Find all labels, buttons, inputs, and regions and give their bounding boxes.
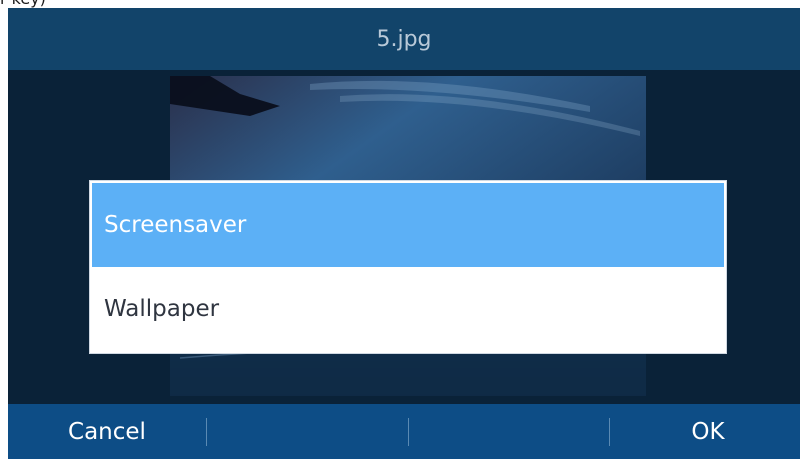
softkey-2[interactable] [206,404,404,459]
set-as-dialog: Screensaver Wallpaper [90,181,726,353]
option-wallpaper-label: Wallpaper [104,296,220,322]
ok-softkey[interactable]: OK [609,404,800,459]
ok-softkey-label: OK [691,418,725,445]
softkey-3[interactable] [408,404,606,459]
cancel-softkey-label: Cancel [68,418,146,445]
content-area: Screensaver Wallpaper [8,70,800,404]
phone-screen: 5.jpg Screensaver Wallpaper Cancel OK [8,8,800,459]
option-screensaver[interactable]: Screensaver [92,183,724,267]
option-screensaver-label: Screensaver [104,212,247,238]
title-bar: 5.jpg [8,8,800,70]
page-title: 5.jpg [376,26,432,52]
softkey-bar: Cancel OK [8,404,800,459]
cancel-softkey[interactable]: Cancel [8,404,206,459]
option-wallpaper[interactable]: Wallpaper [92,267,724,351]
caption-fragment: r key) [0,0,60,8]
